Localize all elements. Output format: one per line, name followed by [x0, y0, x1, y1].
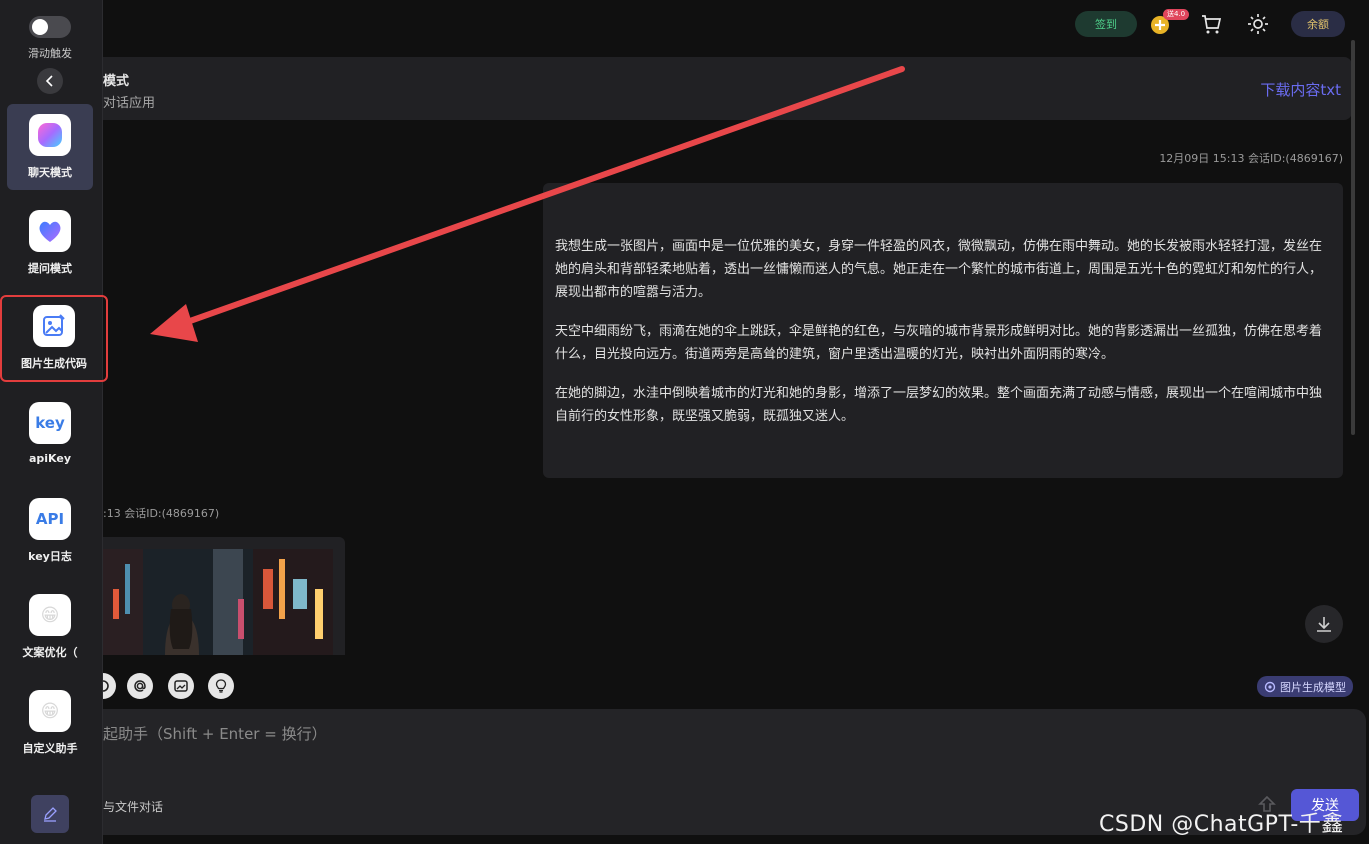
sidebar-item-apikey[interactable]: key apiKey: [7, 392, 93, 478]
topbar: 签到 送4.0 余额: [103, 0, 1369, 48]
user-message-bubble: 我想生成一张图片，画面中是一位优雅的美女，身穿一件轻盈的风衣，微微飘动，仿佛在雨…: [543, 183, 1343, 478]
sidebar-item-copy-optimize[interactable]: 😁 文案优化（: [7, 584, 93, 670]
mode-subtitle: 对话应用: [103, 96, 156, 111]
chat-input-placeholder[interactable]: 起助手（Shift + Enter = 换行）: [103, 723, 327, 744]
image-gen-icon: [33, 305, 75, 347]
grin-emoji-icon: 😁: [29, 690, 71, 732]
grin-emoji-icon: 😁: [29, 594, 71, 636]
sidebar-item-custom-assistant[interactable]: 😁 自定义助手: [7, 680, 93, 766]
ai-image-card: [103, 537, 345, 655]
slide-trigger-toggle[interactable]: [29, 16, 71, 38]
generated-image[interactable]: [103, 549, 333, 655]
model-tag-label: 图片生成模型: [1280, 680, 1346, 694]
sidebar-item-label: 文案优化（: [22, 646, 78, 659]
sidebar-item-label: 图片生成代码: [21, 357, 87, 370]
checkin-button[interactable]: 签到: [1075, 11, 1137, 37]
user-message-meta: 12月09日 15:13 会话ID:(4869167): [1159, 152, 1343, 165]
mention-button[interactable]: [127, 673, 153, 699]
sidebar: 滑动触发 聊天模式 提问模式 图片生成代码 key apiKey API key…: [0, 0, 108, 844]
chevron-left-icon: [45, 75, 53, 87]
scroll-to-bottom-button[interactable]: [1305, 605, 1343, 643]
download-txt-link[interactable]: 下载内容txt: [1260, 79, 1341, 100]
image-upload-button[interactable]: [168, 673, 194, 699]
sidebar-item-label: 自定义助手: [22, 742, 78, 755]
message-paragraph: 天空中细雨纷飞，雨滴在她的伞上跳跃，伞是鲜艳的红色，与灰暗的城市背景形成鲜明对比…: [555, 324, 1323, 362]
image-icon: [174, 680, 188, 692]
toggle-label: 滑动触发: [28, 47, 72, 60]
sidebar-item-label: apiKey: [28, 452, 72, 465]
ai-message-meta: :13 会话ID:(4869167): [103, 507, 220, 520]
sidebar-item-question-mode[interactable]: 提问模式: [7, 200, 93, 286]
model-icon: [1264, 681, 1276, 692]
sidebar-item-label: 提问模式: [28, 262, 72, 275]
mode-header: 模式 对话应用 下载内容txt: [103, 57, 1352, 120]
sidebar-item-chat-mode[interactable]: 聊天模式: [7, 104, 93, 190]
message-paragraph: 在她的脚边，水洼中倒映着城市的灯光和她的身影，增添了一层梦幻的效果。整个画面充满…: [555, 386, 1323, 424]
download-arrow-icon: [1317, 617, 1331, 632]
model-tag[interactable]: 图片生成模型: [1257, 676, 1353, 697]
toggle-knob: [32, 19, 48, 35]
chat-mode-icon: [29, 114, 71, 156]
question-mode-icon: [29, 210, 71, 252]
prompt-tips-button[interactable]: [208, 673, 234, 699]
api-text-icon: API: [29, 498, 71, 540]
file-chat-toggle[interactable]: 与文件对话: [103, 798, 163, 815]
lightbulb-icon: [215, 679, 227, 693]
sidebar-item-label: 聊天模式: [28, 166, 72, 179]
at-icon: [134, 680, 146, 692]
theme-sun-icon[interactable]: [1245, 11, 1271, 37]
balance-button[interactable]: 余额: [1291, 11, 1345, 37]
message-paragraph: 我想生成一张图片，画面中是一位优雅的美女，身穿一件轻盈的风衣，微微飘动，仿佛在雨…: [555, 239, 1323, 300]
new-chat-button[interactable]: [31, 795, 69, 833]
chat-scrollbar[interactable]: [1351, 40, 1355, 435]
collapse-sidebar-button[interactable]: [37, 68, 63, 94]
cart-icon[interactable]: [1198, 11, 1224, 37]
watermark: CSDN @ChatGPT-千鑫: [1099, 812, 1344, 837]
pencil-icon: [44, 807, 57, 822]
sidebar-item-key-log[interactable]: API key日志: [7, 488, 93, 574]
promo-badge: 送4.0: [1163, 9, 1190, 20]
key-text-icon: key: [29, 402, 71, 444]
sidebar-item-label: key日志: [28, 550, 72, 563]
mode-title: 模式: [103, 74, 130, 89]
sidebar-item-image-gen[interactable]: 图片生成代码: [0, 295, 108, 382]
